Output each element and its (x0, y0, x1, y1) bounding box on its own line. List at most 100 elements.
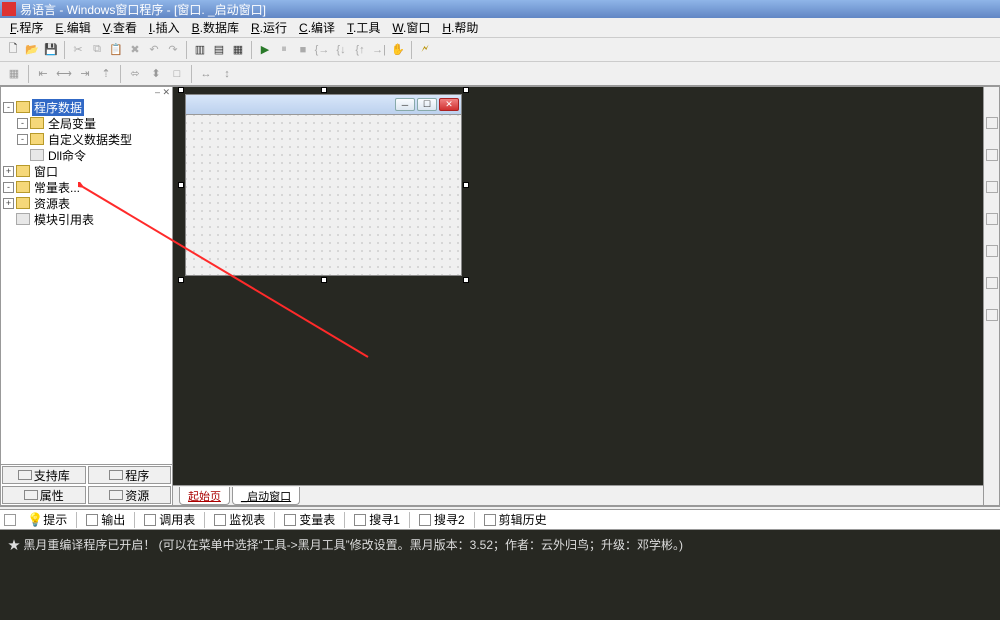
tool-icon[interactable] (986, 309, 998, 321)
tab-watch[interactable]: 监视表 (207, 511, 272, 529)
menu-compile[interactable]: C.编译 (293, 19, 341, 36)
center-horizontal-icon[interactable]: ↔ (196, 65, 216, 83)
menu-tools[interactable]: T.工具 (341, 19, 386, 36)
search-icon (354, 514, 366, 526)
knowledge-icon[interactable]: 🗲 (416, 41, 434, 59)
expand-icon[interactable]: - (3, 182, 14, 193)
menu-insert[interactable]: I.插入 (143, 19, 186, 36)
menu-database[interactable]: B.数据库 (186, 19, 245, 36)
tool-icon[interactable] (986, 181, 998, 193)
align-top-icon[interactable]: ⇡ (96, 65, 116, 83)
properties-icon (24, 490, 38, 500)
pause-icon[interactable]: ⏸ (275, 41, 293, 59)
project-panel: – ✕ - 程序数据 -全局变量 -自定义数据类型 Dll命令 +窗口 -常量表… (0, 86, 173, 506)
separator (474, 512, 475, 528)
design-editor[interactable]: ─ ☐ ✕ 起始页 _启动窗口 (173, 86, 984, 506)
stop-icon[interactable]: ■ (294, 41, 312, 59)
tab-output[interactable]: 输出 (79, 511, 132, 529)
tab-variables[interactable]: 变量表 (277, 511, 342, 529)
redo-icon[interactable]: ↷ (164, 41, 182, 59)
tab-search1[interactable]: 搜寻1 (347, 511, 407, 529)
book-icon (18, 470, 32, 480)
panel-close-icon[interactable]: – ✕ (1, 87, 172, 97)
tab-properties[interactable]: 属性 (2, 486, 86, 504)
expand-icon[interactable]: - (17, 134, 28, 145)
center-vertical-icon[interactable]: ↕ (217, 65, 237, 83)
tree-item[interactable]: +资源表 (3, 195, 170, 211)
menu-view[interactable]: V.查看 (97, 19, 143, 36)
tab-program[interactable]: 程序 (88, 466, 172, 484)
open-icon[interactable]: 📂 (23, 41, 41, 59)
menu-window[interactable]: W.窗口 (386, 19, 436, 36)
tab-calltable[interactable]: 调用表 (137, 511, 202, 529)
tab-search2[interactable]: 搜寻2 (412, 511, 472, 529)
grid-icon[interactable]: ▦ (4, 65, 24, 83)
expand-icon[interactable]: + (3, 166, 14, 177)
tool-icon[interactable] (986, 117, 998, 129)
folder-icon (30, 117, 44, 129)
align-right-icon[interactable]: ⇥ (75, 65, 95, 83)
tree-item-module-ref[interactable]: 模块引用表 (3, 211, 170, 227)
tool-icon[interactable] (986, 213, 998, 225)
save-icon[interactable]: 💾 (42, 41, 60, 59)
breakpoint-icon[interactable]: ✋ (389, 41, 407, 59)
tool-icon[interactable] (986, 149, 998, 161)
tree-item[interactable]: Dll命令 (3, 147, 170, 163)
same-height-icon[interactable]: ⬍ (146, 65, 166, 83)
same-width-icon[interactable]: ⬄ (125, 65, 145, 83)
layout3-icon[interactable]: ▦ (229, 41, 247, 59)
same-size-icon[interactable]: □ (167, 65, 187, 83)
tree-root[interactable]: - 程序数据 (3, 99, 170, 115)
form-designer[interactable]: ─ ☐ ✕ (181, 90, 466, 280)
maximize-icon[interactable]: ☐ (417, 98, 437, 111)
menu-help[interactable]: H.帮助 (436, 19, 484, 36)
step-into-icon[interactable]: {↓ (332, 41, 350, 59)
paste-icon[interactable]: 📋 (107, 41, 125, 59)
form-canvas[interactable] (186, 115, 461, 275)
delete-icon[interactable]: ✖ (126, 41, 144, 59)
search-icon (419, 514, 431, 526)
resource-icon (109, 490, 123, 500)
tree-item[interactable]: -自定义数据类型 (3, 131, 170, 147)
tab-start-page[interactable]: 起始页 (179, 487, 230, 505)
goto-icon[interactable]: →| (370, 41, 388, 59)
run-icon[interactable]: ▶ (256, 41, 274, 59)
tab-clipboard[interactable]: 剪辑历史 (477, 511, 554, 529)
pin-icon[interactable] (4, 514, 16, 526)
tab-resources[interactable]: 资源 (88, 486, 172, 504)
new-icon[interactable]: 🗋 (4, 41, 22, 59)
project-tree[interactable]: - 程序数据 -全局变量 -自定义数据类型 Dll命令 +窗口 -常量表... … (1, 97, 172, 464)
output-console[interactable]: ★ 黑月重编译程序已开启！ (可以在菜单中选择“工具->黑月工具”修改设置。黑月… (0, 530, 1000, 620)
minimize-icon[interactable]: ─ (395, 98, 415, 111)
separator (411, 41, 412, 59)
cut-icon[interactable]: ✂ (69, 41, 87, 59)
menu-program[interactable]: F.程序 (4, 19, 49, 36)
designed-form[interactable]: ─ ☐ ✕ (185, 94, 462, 276)
expand-icon[interactable]: - (17, 118, 28, 129)
close-icon[interactable]: ✕ (439, 98, 459, 111)
undo-icon[interactable]: ↶ (145, 41, 163, 59)
tree-item[interactable]: +窗口 (3, 163, 170, 179)
tool-icon[interactable] (986, 245, 998, 257)
tree-item[interactable]: -全局变量 (3, 115, 170, 131)
output-icon (86, 514, 98, 526)
align-left-icon[interactable]: ⇤ (33, 65, 53, 83)
tab-tips[interactable]: 💡提示 (20, 511, 74, 529)
panel-tabs: 支持库 程序 属性 资源 (1, 464, 172, 505)
align-center-icon[interactable]: ⟷ (54, 65, 74, 83)
menu-run[interactable]: R.运行 (245, 19, 293, 36)
tool-icon[interactable] (986, 277, 998, 289)
expand-icon[interactable]: - (3, 102, 14, 113)
layout2-icon[interactable]: ▤ (210, 41, 228, 59)
layout1-icon[interactable]: ▥ (191, 41, 209, 59)
expand-icon[interactable]: + (3, 198, 14, 209)
step-out-icon[interactable]: {↑ (351, 41, 369, 59)
tab-launch-window[interactable]: _启动窗口 (232, 487, 300, 505)
form-titlebar: ─ ☐ ✕ (186, 95, 461, 115)
step-over-icon[interactable]: {→ (313, 41, 331, 59)
menu-edit[interactable]: E.编辑 (49, 19, 96, 36)
tree-item[interactable]: -常量表... (3, 179, 170, 195)
tab-support-lib[interactable]: 支持库 (2, 466, 86, 484)
separator (274, 512, 275, 528)
copy-icon[interactable]: ⧉ (88, 41, 106, 59)
